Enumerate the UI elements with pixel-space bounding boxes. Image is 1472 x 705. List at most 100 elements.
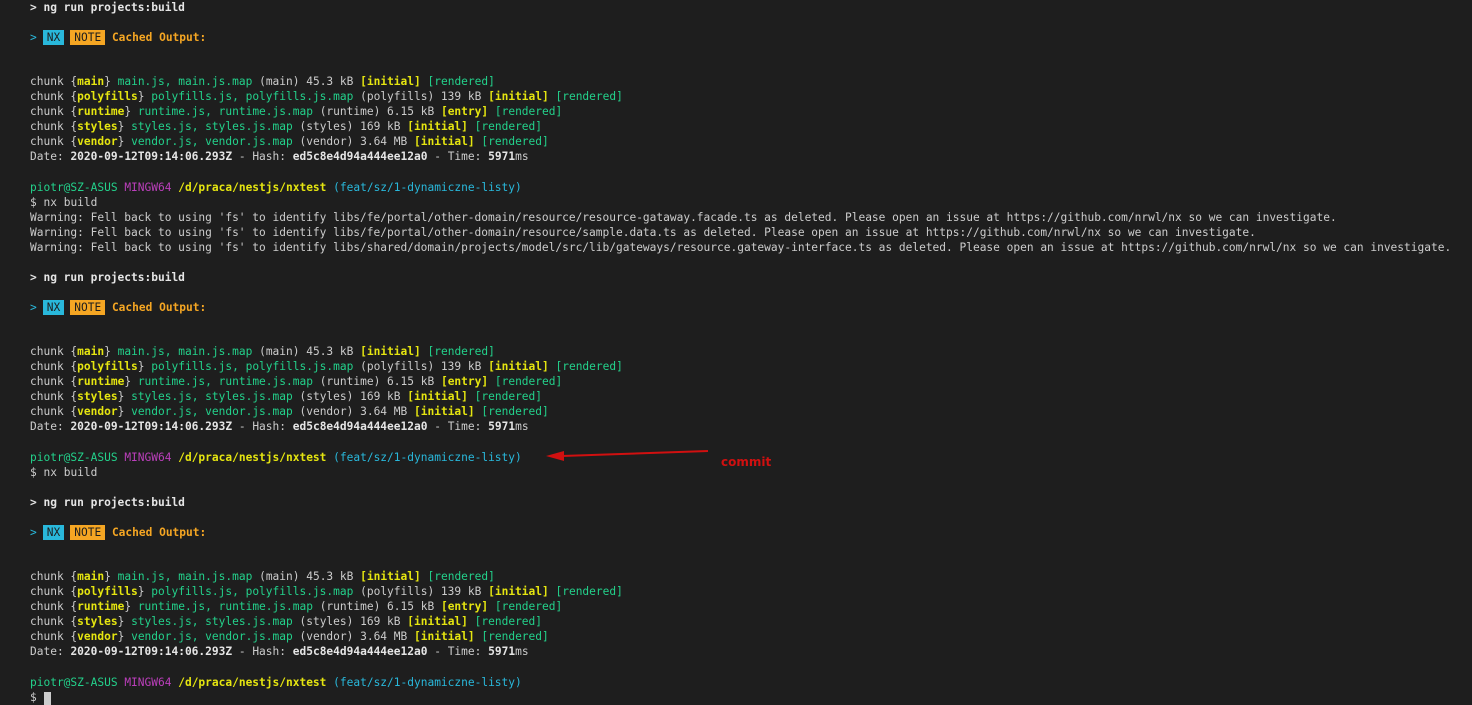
time-label: - Time: xyxy=(434,150,482,163)
time-unit: ms xyxy=(515,150,529,163)
chunk-files: main.js, main.js.map xyxy=(117,75,253,88)
chunk-flag: [entry] xyxy=(440,375,489,388)
chunk-flag: [initial] xyxy=(414,405,475,418)
chunk-close: } xyxy=(124,600,132,613)
chunk-files: runtime.js, runtime.js.map xyxy=(137,375,313,388)
chunk-name: polyfills xyxy=(77,360,138,373)
prompt-user: piotr@SZ-ASUS xyxy=(30,451,118,464)
prompt-path: /d/praca/nestjs/nxtest xyxy=(178,181,327,194)
prompt-branch: (feat/sz/1-dynamiczne-listy) xyxy=(333,676,522,689)
chunk-files: styles.js, styles.js.map xyxy=(131,120,293,133)
date-label: Date: xyxy=(30,150,64,163)
chunk-prefix: chunk { xyxy=(30,570,78,583)
time-unit: ms xyxy=(515,645,529,658)
prompt-user: piotr@SZ-ASUS xyxy=(30,676,118,689)
chunk-rendered: [rendered] xyxy=(427,570,495,583)
chunk-rendered: [rendered] xyxy=(494,375,563,388)
chunk-close: } xyxy=(117,405,125,418)
annotation-arrow-line xyxy=(561,450,709,457)
chunk-close: } xyxy=(117,120,125,133)
chunk-line: chunk {vendor} vendor.js, vendor.js.map … xyxy=(30,404,549,419)
chunk-name: styles xyxy=(77,390,118,403)
chunk-flag: [initial] xyxy=(407,120,468,133)
chunk-flag: [initial] xyxy=(360,75,421,88)
hash-value: ed5c8e4d94a444ee12a0 xyxy=(292,645,428,658)
chunk-close: } xyxy=(137,360,145,373)
scrollbar[interactable] xyxy=(1466,0,1472,698)
chunk-rendered: [rendered] xyxy=(474,615,543,628)
chunk-close: } xyxy=(137,90,145,103)
warning-line: Warning: Fell back to using 'fs' to iden… xyxy=(30,225,1256,240)
chunk-files: main.js, main.js.map xyxy=(117,345,253,358)
warning-text: Warning: Fell back to using 'fs' to iden… xyxy=(30,241,1452,254)
command-text: nx build xyxy=(43,466,98,479)
cached-output-text: Cached Output: xyxy=(111,31,207,44)
chunk-close: } xyxy=(117,615,125,628)
date-label: Date: xyxy=(30,420,64,433)
chunk-line: chunk {main} main.js, main.js.map (main)… xyxy=(30,74,495,89)
prompt-shell: MINGW64 xyxy=(124,676,172,689)
chunk-prefix: chunk { xyxy=(30,630,78,643)
chunk-rendered: [rendered] xyxy=(555,585,623,598)
nx-cached-line: > NX NOTE Cached Output: xyxy=(30,525,206,540)
prompt-branch: (feat/sz/1-dynamiczne-listy) xyxy=(333,181,522,194)
chunk-prefix: chunk { xyxy=(30,600,78,613)
chunk-rendered: [rendered] xyxy=(494,600,563,613)
text-cursor[interactable] xyxy=(43,691,51,705)
chunk-size: (styles) 169 kB xyxy=(299,615,401,628)
chunk-name: main xyxy=(77,570,105,583)
time-value: 5971 xyxy=(488,645,516,658)
chunk-prefix: chunk { xyxy=(30,390,78,403)
chunk-size: (styles) 169 kB xyxy=(299,390,401,403)
nx-cached-line: > NX NOTE Cached Output: xyxy=(30,30,206,45)
warning-line: Warning: Fell back to using 'fs' to iden… xyxy=(30,210,1337,225)
hash-label: - Hash: xyxy=(238,645,286,658)
chunk-flag: [initial] xyxy=(407,390,468,403)
chunk-name: polyfills xyxy=(77,90,138,103)
cached-output-text: Cached Output: xyxy=(111,526,207,539)
chunk-close: } xyxy=(104,345,111,358)
chunk-prefix: chunk { xyxy=(30,405,78,418)
ng-run-line: > ng run projects:build xyxy=(30,270,185,285)
chunk-flag: [initial] xyxy=(488,585,549,598)
chunk-line: chunk {runtime} runtime.js, runtime.js.m… xyxy=(30,374,562,389)
chunk-prefix: chunk { xyxy=(30,585,78,598)
chunk-close: } xyxy=(124,105,132,118)
chunk-size: (vendor) 3.64 MB xyxy=(299,405,408,418)
chunk-size: (main) 45.3 kB xyxy=(259,345,354,358)
hash-value: ed5c8e4d94a444ee12a0 xyxy=(292,150,428,163)
chunk-line: chunk {vendor} vendor.js, vendor.js.map … xyxy=(30,134,549,149)
chunk-prefix: chunk { xyxy=(30,375,78,388)
time-label: - Time: xyxy=(434,645,482,658)
prompt-dollar: $ xyxy=(30,466,37,479)
chunk-name: main xyxy=(77,345,105,358)
note-badge: NOTE xyxy=(70,30,106,45)
shell-prompt-line: piotr@SZ-ASUS MINGW64 /d/praca/nestjs/nx… xyxy=(30,450,522,465)
date-value: 2020-09-12T09:14:06.293Z xyxy=(70,150,233,163)
time-unit: ms xyxy=(515,420,529,433)
shell-prompt-line: piotr@SZ-ASUS MINGW64 /d/praca/nestjs/nx… xyxy=(30,675,522,690)
chunk-size: (main) 45.3 kB xyxy=(259,75,354,88)
chunk-line: chunk {styles} styles.js, styles.js.map … xyxy=(30,614,542,629)
chunk-files: styles.js, styles.js.map xyxy=(131,615,293,628)
chunk-name: runtime xyxy=(77,600,125,613)
nx-cached-line: > NX NOTE Cached Output: xyxy=(30,300,206,315)
prompt-dollar: $ xyxy=(30,196,37,209)
chunk-name: runtime xyxy=(77,105,125,118)
chunk-prefix: chunk { xyxy=(30,615,78,628)
chunk-files: vendor.js, vendor.js.map xyxy=(131,405,293,418)
chunk-rendered: [rendered] xyxy=(474,390,543,403)
warning-line: Warning: Fell back to using 'fs' to iden… xyxy=(30,240,1451,255)
build-summary-line: Date: 2020-09-12T09:14:06.293Z - Hash: e… xyxy=(30,149,529,164)
chunk-rendered: [rendered] xyxy=(427,345,495,358)
nx-badge: NX xyxy=(42,525,65,540)
chunk-close: } xyxy=(117,630,125,643)
annotation-label: commit xyxy=(721,455,772,469)
ng-run-text: > ng run projects:build xyxy=(30,1,185,14)
chunk-prefix: chunk { xyxy=(30,90,78,103)
chunk-close: } xyxy=(117,135,125,148)
time-label: - Time: xyxy=(434,420,482,433)
chunk-name: runtime xyxy=(77,375,125,388)
prompt-user: piotr@SZ-ASUS xyxy=(30,181,118,194)
chunk-size: (runtime) 6.15 kB xyxy=(319,375,435,388)
